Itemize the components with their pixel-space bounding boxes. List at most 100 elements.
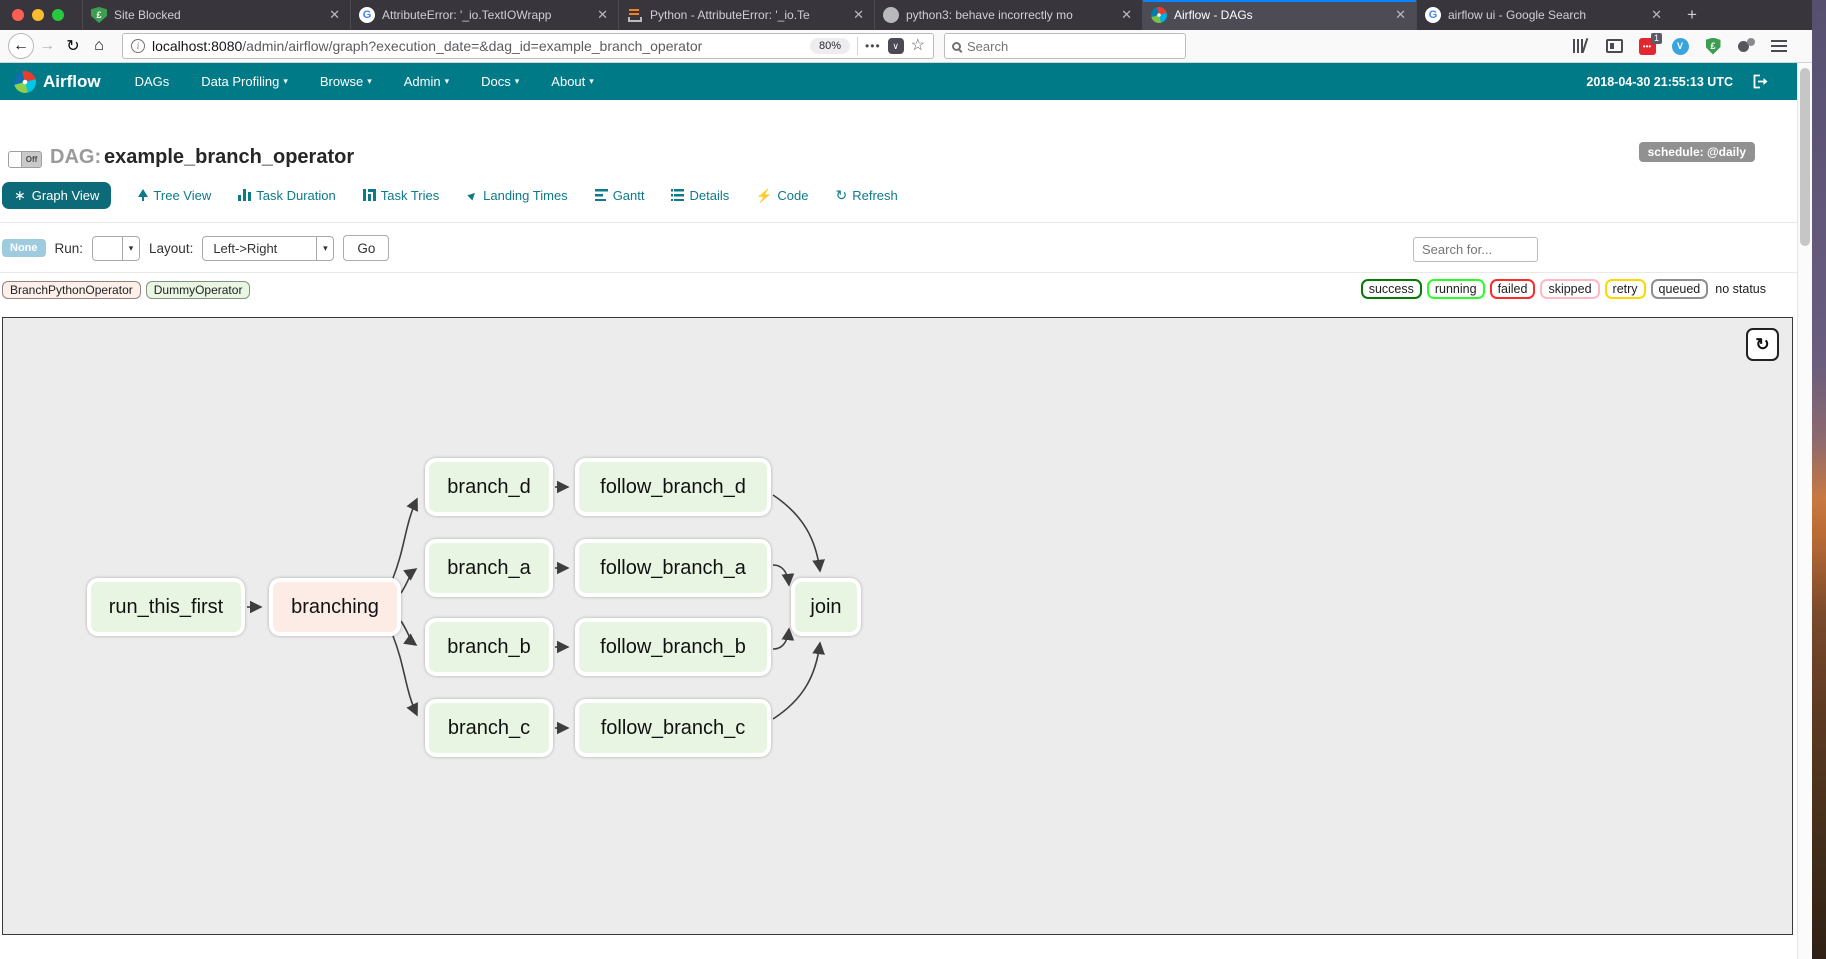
graph-view-icon: ∗ (14, 188, 26, 202)
task-search-input[interactable] (1413, 237, 1538, 262)
menu-hamburger-icon[interactable] (1771, 40, 1787, 52)
airflow-pinwheel-icon (1151, 7, 1167, 23)
nav-item-data-profiling[interactable]: Data Profiling▾ (201, 74, 288, 89)
pocket-icon[interactable]: ∨ (888, 38, 904, 54)
extension-blue-icon[interactable]: V (1672, 38, 1689, 55)
tab-airflow-dags-active[interactable]: Airflow - DAGs ✕ (1142, 0, 1416, 30)
tab-title: Airflow - DAGs (1174, 8, 1386, 22)
task-node-branch_a[interactable]: branch_a (425, 539, 553, 597)
task-node-join[interactable]: join (791, 578, 861, 636)
zoom-level-badge[interactable]: 80% (810, 38, 850, 54)
task-node-branching[interactable]: branching (269, 578, 401, 636)
code-button[interactable]: ⚡ Code (756, 188, 808, 203)
extension-red-icon[interactable]: •••1 (1639, 38, 1656, 55)
task-node-branch_c[interactable]: branch_c (425, 699, 553, 757)
toolbar-extensions: •••1 V £ (1572, 38, 1804, 54)
nav-item-docs[interactable]: Docs▾ (481, 74, 519, 89)
nav-item-admin[interactable]: Admin▾ (404, 74, 449, 89)
dag-pause-toggle[interactable]: Off (8, 151, 42, 168)
task-node-follow_branch_c[interactable]: follow_branch_c (575, 699, 771, 757)
zoom-window-button[interactable] (52, 9, 64, 21)
page-actions-icon[interactable]: ••• (865, 39, 881, 53)
nav-label: Docs (481, 74, 511, 89)
home-button[interactable]: ⌂ (86, 33, 112, 59)
airflow-navbar: Airflow DAGs Data Profiling▾ Browse ▾ Adm… (0, 63, 1797, 100)
window-controls (0, 0, 82, 30)
nav-label: DAGs (135, 74, 170, 89)
task-node-branch_d[interactable]: branch_d (425, 458, 553, 516)
stackoverflow-icon (627, 7, 643, 23)
tab-airflow-ui-search[interactable]: G airflow ui - Google Search ✕ (1416, 0, 1672, 30)
logout-icon[interactable] (1753, 74, 1769, 89)
caret-down-icon: ▾ (589, 76, 594, 87)
caret-down-icon: ▾ (367, 76, 372, 87)
nav-item-dags[interactable]: DAGs (135, 74, 170, 89)
reload-button[interactable]: ↻ (60, 33, 86, 59)
close-tab-icon[interactable]: ✕ (327, 7, 342, 23)
bookmark-star-icon[interactable]: ☆ (911, 38, 925, 54)
sidebar-icon[interactable] (1606, 39, 1623, 53)
navbar-right: 2018-04-30 21:55:13 UTC (1586, 74, 1783, 89)
extension-spheres-icon[interactable] (1737, 38, 1755, 54)
task-node-follow_branch_a[interactable]: follow_branch_a (575, 539, 771, 597)
close-tab-icon[interactable]: ✕ (851, 7, 866, 23)
view-switcher: ∗ Graph View Tree View Task Duration Tas… (2, 181, 898, 209)
library-icon[interactable] (1572, 38, 1590, 54)
view-label: Task Tries (381, 188, 440, 203)
graph-refresh-button[interactable]: ↻ (1746, 328, 1779, 361)
go-button[interactable]: Go (343, 235, 389, 261)
task-node-follow_branch_b[interactable]: follow_branch_b (575, 618, 771, 676)
browser-search-input[interactable] (967, 39, 1178, 54)
close-tab-icon[interactable]: ✕ (595, 7, 610, 23)
landing-times-button[interactable]: ► Landing Times (466, 188, 567, 203)
browser-toolbar: ← → ↻ ⌂ i localhost:8080/admin/airflow/g… (0, 30, 1812, 63)
tab-attributeerror[interactable]: G AttributeError: '_io.TextIOWrapp ✕ (350, 0, 618, 30)
task-node-branch_b[interactable]: branch_b (425, 618, 553, 676)
tab-fade (570, 0, 592, 30)
task-node-run_this_first[interactable]: run_this_first (87, 578, 245, 636)
tab-title: python3: behave incorrectly mo (906, 8, 1112, 22)
url-text[interactable]: localhost:8080/admin/airflow/graph?execu… (152, 38, 803, 54)
nav-label: Admin (404, 74, 441, 89)
browser-search-bar[interactable] (944, 33, 1186, 59)
task-node-follow_branch_d[interactable]: follow_branch_d (575, 458, 771, 516)
gantt-button[interactable]: Gantt (595, 188, 645, 203)
forward-button[interactable]: → (34, 33, 60, 59)
layout-select[interactable]: Left->Right ▾ (202, 236, 334, 261)
scrollbar-thumb[interactable] (1800, 68, 1810, 246)
tree-view-button[interactable]: Tree View (138, 188, 211, 203)
task-duration-button[interactable]: Task Duration (238, 188, 335, 203)
github-icon (883, 7, 899, 23)
view-label: Gantt (613, 188, 645, 203)
airflow-brand[interactable]: Airflow (43, 72, 101, 92)
tab-site-blocked[interactable]: £ Site Blocked ✕ (82, 0, 350, 30)
tab-fade (826, 0, 848, 30)
new-tab-button[interactable]: + (1672, 0, 1712, 30)
close-tab-icon[interactable]: ✕ (1649, 7, 1664, 23)
page-scrollbar[interactable] (1797, 63, 1812, 959)
graph-view-button[interactable]: ∗ Graph View (2, 182, 111, 209)
nav-item-browse[interactable]: Browse ▾ (320, 74, 372, 89)
minimize-window-button[interactable] (32, 9, 44, 21)
url-bar[interactable]: i localhost:8080/admin/airflow/graph?exe… (122, 33, 934, 59)
close-tab-icon[interactable]: ✕ (1393, 7, 1408, 23)
dag-graph-canvas[interactable]: run_this_first branching branch_d follow… (2, 317, 1793, 935)
close-tab-icon[interactable]: ✕ (1119, 7, 1134, 23)
tab-python-stackoverflow[interactable]: Python - AttributeError: '_io.Te ✕ (618, 0, 874, 30)
adblock-shield-icon[interactable]: £ (1706, 38, 1721, 55)
airflow-logo-icon[interactable] (14, 71, 36, 93)
back-button[interactable]: ← (8, 33, 34, 59)
caret-down-icon: ▾ (122, 237, 139, 260)
run-select[interactable]: ▾ (92, 236, 140, 261)
close-window-button[interactable] (12, 9, 24, 21)
legend-queued: queued (1651, 279, 1709, 299)
details-button[interactable]: Details (671, 188, 729, 203)
refresh-button[interactable]: ↻ Refresh (836, 188, 898, 203)
divider (857, 37, 858, 55)
tab-python3-github[interactable]: python3: behave incorrectly mo ✕ (874, 0, 1142, 30)
tab-bar: £ Site Blocked ✕ G AttributeError: '_io.… (0, 0, 1812, 30)
info-icon[interactable]: i (131, 39, 145, 53)
nav-label: Browse (320, 74, 363, 89)
nav-item-about[interactable]: About▾ (551, 74, 594, 89)
task-tries-button[interactable]: Task Tries (363, 188, 440, 203)
